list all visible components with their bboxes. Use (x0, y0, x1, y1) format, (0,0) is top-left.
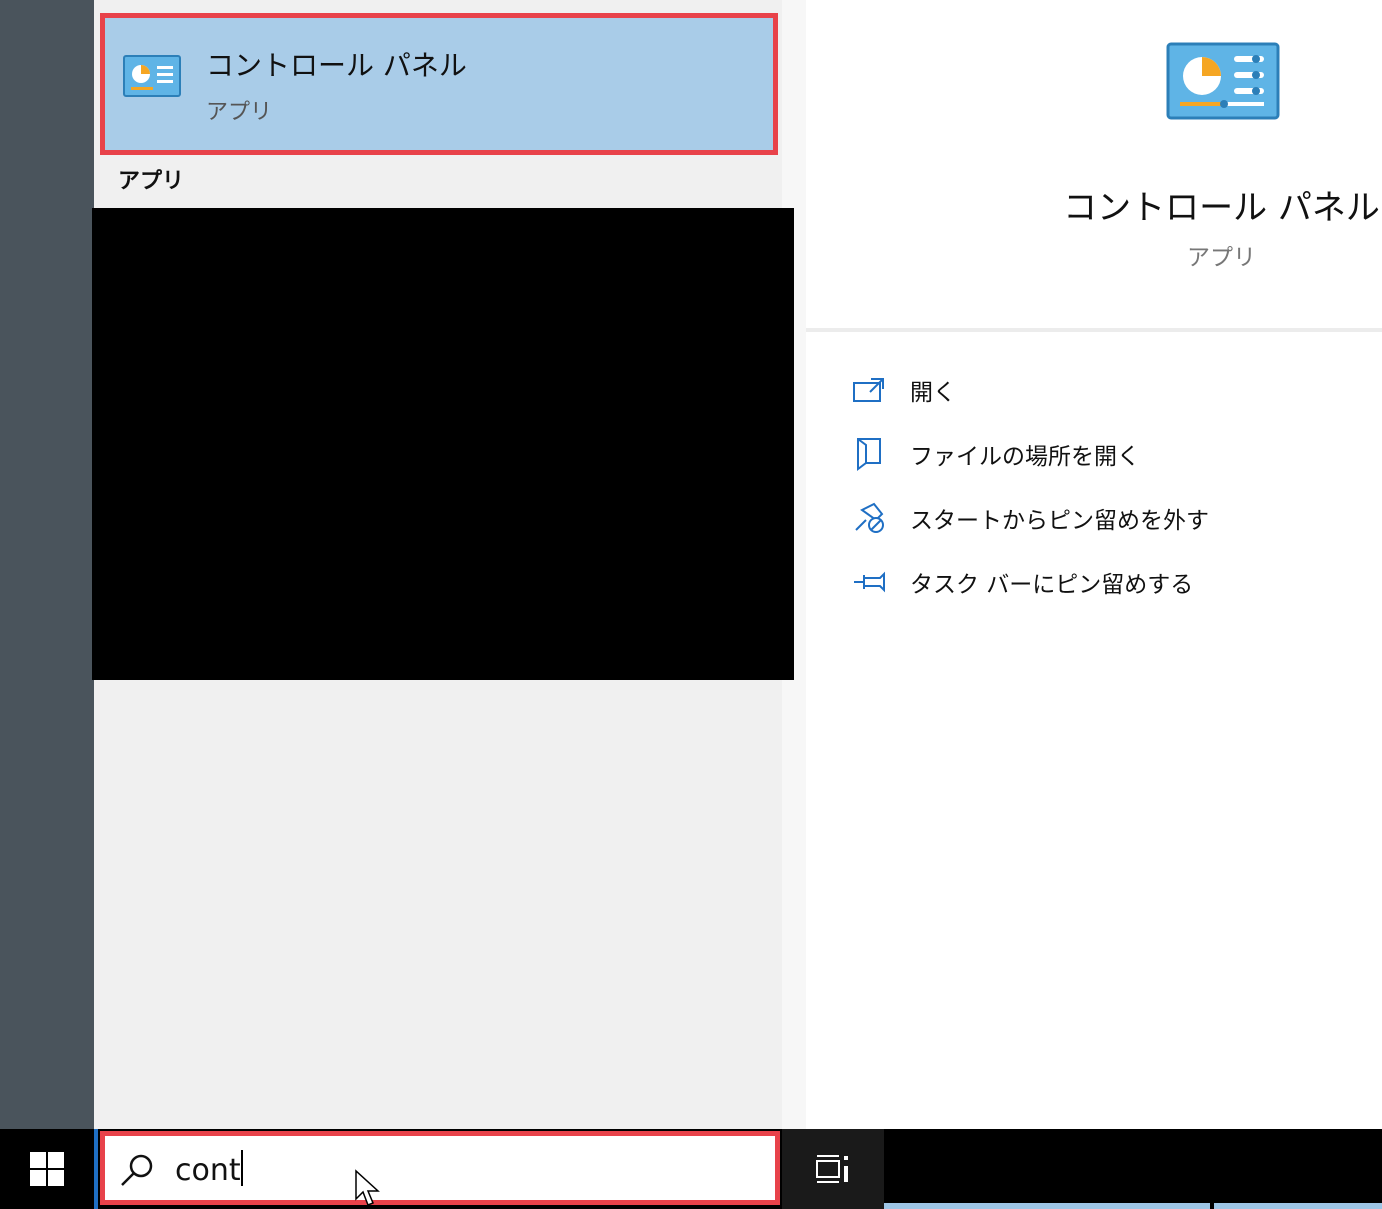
search-text: cont (175, 1150, 243, 1188)
windows-logo-icon (30, 1152, 64, 1186)
search-value: cont (175, 1153, 241, 1188)
task-view-icon (816, 1155, 848, 1183)
task-view-button[interactable] (782, 1129, 884, 1209)
mouse-pointer-icon (355, 1169, 380, 1206)
divider (806, 328, 1382, 332)
file-location-icon (852, 436, 886, 472)
search-input[interactable]: cont (100, 1131, 780, 1205)
pin-taskbar-icon (852, 564, 886, 600)
action-label: タスク バーにピン留めする (910, 572, 1194, 598)
action-open-file-location[interactable]: ファイルの場所を開く (852, 434, 1140, 474)
action-label: スタートからピン留めを外す (910, 508, 1209, 534)
action-label: 開く (910, 380, 956, 406)
best-match-title: コントロール パネル (206, 49, 467, 82)
best-match-subtitle: アプリ (206, 100, 273, 125)
taskbar: cont (0, 1129, 1382, 1209)
control-panel-icon (1166, 42, 1280, 120)
redacted-results (92, 208, 794, 680)
detail-panel: コントロール パネル アプリ 開く ファイルの場所を開く スタートからピン留めを… (806, 0, 1382, 1129)
action-pin-taskbar[interactable]: タスク バーにピン留めする (852, 562, 1193, 602)
unpin-start-icon (852, 500, 886, 536)
taskbar-app-indicator[interactable] (1214, 1203, 1382, 1209)
start-menu-sidebar (0, 0, 94, 1129)
action-open[interactable]: 開く (852, 370, 956, 410)
start-button[interactable] (0, 1129, 94, 1209)
open-icon (852, 372, 886, 408)
apps-section-heading: アプリ (118, 169, 185, 194)
taskbar-app-indicator[interactable] (884, 1203, 1210, 1209)
best-match-result[interactable]: コントロール パネル アプリ (100, 13, 778, 155)
action-unpin-start[interactable]: スタートからピン留めを外す (852, 498, 1209, 538)
detail-subtitle: アプリ (1187, 245, 1256, 271)
text-caret (240, 1150, 243, 1186)
search-accent-bar (94, 1129, 98, 1209)
search-icon (121, 1154, 153, 1186)
action-label: ファイルの場所を開く (910, 444, 1140, 470)
control-panel-icon (123, 55, 181, 97)
detail-title: コントロール パネル (1063, 188, 1380, 228)
